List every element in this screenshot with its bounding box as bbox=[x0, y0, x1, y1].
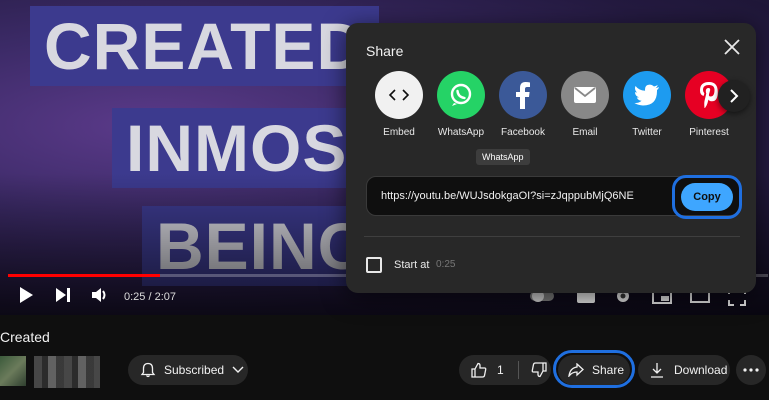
dislike-button[interactable] bbox=[531, 362, 547, 378]
share-arrow-icon bbox=[568, 363, 584, 377]
copy-button-highlight: Copy bbox=[672, 175, 742, 219]
twitter-icon bbox=[623, 71, 671, 119]
thumbs-up-icon bbox=[471, 362, 487, 378]
share-targets: Embed WhatsApp Facebook Email Twitter Pi… bbox=[368, 71, 748, 171]
download-icon bbox=[651, 363, 663, 378]
share-next-button[interactable] bbox=[718, 80, 750, 112]
dialog-title: Share bbox=[366, 43, 404, 59]
divider bbox=[364, 236, 740, 237]
video-title: Created bbox=[0, 329, 50, 345]
share-label: Embed bbox=[383, 127, 415, 138]
like-button[interactable]: 1 bbox=[471, 362, 504, 378]
thumbnail-text-line-2: INMOS bbox=[112, 108, 362, 188]
thumbs-down-icon bbox=[531, 362, 547, 378]
thumbnail-text-line-1: CREATED bbox=[30, 6, 380, 86]
facebook-icon bbox=[499, 71, 547, 119]
share-dialog: Share Embed WhatsApp Facebook Email Twit… bbox=[346, 23, 756, 293]
share-label: Twitter bbox=[632, 127, 662, 138]
skip-next-icon bbox=[56, 288, 70, 302]
subscribed-button[interactable]: Subscribed bbox=[128, 355, 248, 385]
close-button[interactable] bbox=[722, 37, 742, 57]
share-twitter[interactable]: Twitter bbox=[616, 71, 678, 138]
share-embed[interactable]: Embed bbox=[368, 71, 430, 138]
share-label: Pinterest bbox=[689, 127, 729, 138]
share-label: Share bbox=[592, 363, 625, 377]
share-button[interactable]: Share bbox=[558, 355, 630, 385]
chevron-right-icon bbox=[730, 89, 739, 103]
channel-name-blurred[interactable] bbox=[34, 356, 100, 388]
share-label: WhatsApp bbox=[437, 127, 485, 138]
start-at-label: Start at bbox=[394, 259, 430, 271]
share-url-text: https://youtu.be/WUJsdokgaOI?si=zJqppubM… bbox=[381, 190, 634, 202]
play-icon bbox=[20, 287, 33, 303]
share-label: Email bbox=[572, 127, 598, 138]
download-label: Download bbox=[674, 363, 728, 377]
time-display: 0:25 / 2:07 bbox=[124, 291, 176, 303]
start-at-checkbox[interactable] bbox=[366, 257, 382, 273]
close-icon bbox=[724, 39, 740, 55]
volume-icon bbox=[92, 288, 106, 302]
bell-icon bbox=[140, 362, 156, 378]
share-email[interactable]: Email bbox=[554, 71, 616, 138]
play-button[interactable] bbox=[18, 286, 34, 309]
copy-button[interactable]: Copy bbox=[681, 183, 733, 211]
share-label: Facebook bbox=[501, 127, 545, 138]
subscribed-label: Subscribed bbox=[164, 363, 225, 377]
more-actions-button[interactable] bbox=[736, 355, 766, 385]
share-facebook[interactable]: Facebook bbox=[492, 71, 554, 138]
download-button[interactable]: Download bbox=[638, 355, 730, 385]
progress-fill bbox=[8, 274, 160, 277]
email-icon bbox=[561, 71, 609, 119]
more-horizontal-icon bbox=[743, 368, 759, 372]
like-count: 1 bbox=[497, 363, 504, 377]
chevron-down-icon bbox=[232, 366, 244, 373]
embed-icon bbox=[375, 71, 423, 119]
whatsapp-tooltip: WhatsApp bbox=[476, 149, 530, 165]
whatsapp-icon bbox=[437, 71, 485, 119]
like-dislike-group: 1 bbox=[459, 355, 551, 385]
start-at-time[interactable]: 0:25 bbox=[436, 259, 455, 270]
avatar[interactable] bbox=[0, 356, 26, 386]
share-whatsapp[interactable]: WhatsApp bbox=[430, 71, 492, 138]
like-divider bbox=[517, 361, 519, 379]
next-video-button[interactable] bbox=[54, 286, 72, 309]
volume-button[interactable] bbox=[90, 286, 110, 309]
